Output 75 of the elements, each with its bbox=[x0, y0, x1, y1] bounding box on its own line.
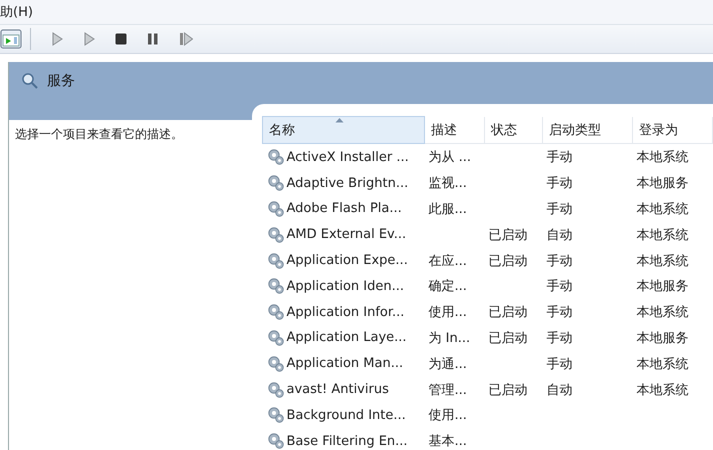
gear-icon bbox=[266, 148, 284, 166]
logon-cell: 本地系统 bbox=[636, 150, 688, 166]
service-name[interactable]: avast! Antivirus bbox=[286, 382, 389, 397]
startup-type-cell: 手动 bbox=[546, 202, 572, 217]
service-name[interactable]: Application Iden... bbox=[286, 278, 404, 294]
service-name[interactable]: Adobe Flash Pla... bbox=[286, 201, 402, 216]
status-cell: 已启动 bbox=[488, 305, 528, 320]
gear-icon bbox=[266, 200, 284, 218]
service-name[interactable]: Background Inte... bbox=[286, 408, 406, 423]
console-icon[interactable] bbox=[0, 29, 22, 49]
gear-icon bbox=[266, 277, 284, 296]
description-cell: 使用... bbox=[428, 408, 467, 424]
logon-cell: 本地系统 bbox=[636, 305, 688, 320]
magnifier-icon bbox=[21, 72, 39, 90]
gear-icon bbox=[266, 328, 284, 347]
startup-type-cell: 手动 bbox=[546, 279, 572, 294]
startup-type-cell: 手动 bbox=[546, 176, 572, 192]
startup-type-cell: 手动 bbox=[546, 150, 572, 166]
startup-type-cell: 手动 bbox=[546, 305, 572, 320]
status-cell: 已启动 bbox=[488, 228, 528, 243]
description-cell: 为 In... bbox=[428, 330, 470, 346]
logon-cell: 本地系统 bbox=[636, 382, 688, 398]
stop-icon[interactable] bbox=[115, 33, 127, 45]
startup-type-cell: 手动 bbox=[546, 356, 572, 372]
logon-cell: 本地系统 bbox=[636, 202, 688, 217]
menu-item[interactable]: 助(H) bbox=[0, 3, 37, 21]
description-cell: 在应... bbox=[428, 254, 467, 269]
description-cell: 监视... bbox=[428, 176, 467, 192]
resume-icon[interactable] bbox=[179, 32, 193, 46]
service-name[interactable]: ActiveX Installer ... bbox=[286, 150, 409, 165]
service-name[interactable]: Adaptive Brightn... bbox=[286, 176, 408, 191]
status-cell: 已启动 bbox=[488, 254, 528, 269]
description-cell: 确定... bbox=[428, 279, 467, 294]
startup-type-cell: 自动 bbox=[546, 228, 572, 243]
service-name[interactable]: Application Infor... bbox=[286, 304, 404, 320]
description-cell: 管理... bbox=[428, 382, 467, 398]
play-icon[interactable] bbox=[83, 32, 95, 46]
gear-icon bbox=[266, 174, 284, 192]
startup-type-cell: 手动 bbox=[546, 330, 572, 346]
logon-cell: 本地系统 bbox=[636, 254, 688, 269]
description-cell: 基本... bbox=[428, 434, 467, 450]
logon-cell: 本地系统 bbox=[636, 356, 688, 372]
play-icon[interactable] bbox=[51, 32, 63, 46]
column-header[interactable]: 启动类型 bbox=[542, 116, 632, 144]
service-name[interactable]: AMD External Ev... bbox=[286, 227, 406, 242]
gear-icon bbox=[266, 406, 284, 424]
service-name[interactable]: Application Expe... bbox=[286, 253, 408, 268]
description-cell: 此服... bbox=[428, 202, 467, 217]
gear-icon bbox=[266, 354, 284, 373]
gear-icon bbox=[266, 380, 284, 398]
column-header[interactable]: 名称 bbox=[262, 116, 424, 144]
logon-cell: 本地服务 bbox=[636, 176, 688, 192]
description-text: 选择一个项目来查看它的描述。 bbox=[14, 126, 184, 144]
gear-icon bbox=[266, 226, 284, 244]
logon-cell: 本地服务 bbox=[636, 279, 688, 294]
pause-icon[interactable] bbox=[147, 33, 159, 45]
description-cell: 为从 ... bbox=[428, 150, 472, 166]
column-header[interactable]: 描述 bbox=[424, 116, 484, 144]
gear-icon bbox=[266, 303, 284, 322]
service-name[interactable]: Base Filtering En... bbox=[286, 434, 408, 449]
startup-type-cell: 手动 bbox=[546, 254, 572, 269]
header-title: 服务 bbox=[47, 72, 75, 90]
gear-icon bbox=[266, 252, 284, 270]
description-cell: 使用... bbox=[428, 305, 467, 320]
column-header[interactable]: 状态 bbox=[484, 116, 542, 144]
sort-arrow-icon bbox=[335, 117, 344, 124]
column-header[interactable]: 登录为 bbox=[632, 116, 712, 144]
status-cell: 已启动 bbox=[488, 382, 528, 398]
logon-cell: 本地服务 bbox=[636, 330, 688, 346]
service-name[interactable]: Application Man... bbox=[286, 356, 404, 372]
startup-type-cell: 自动 bbox=[546, 382, 572, 398]
logon-cell: 本地系统 bbox=[636, 228, 688, 243]
description-cell: 为通... bbox=[428, 356, 467, 372]
status-cell: 已启动 bbox=[488, 330, 528, 346]
service-name[interactable]: Application Laye... bbox=[286, 330, 407, 346]
